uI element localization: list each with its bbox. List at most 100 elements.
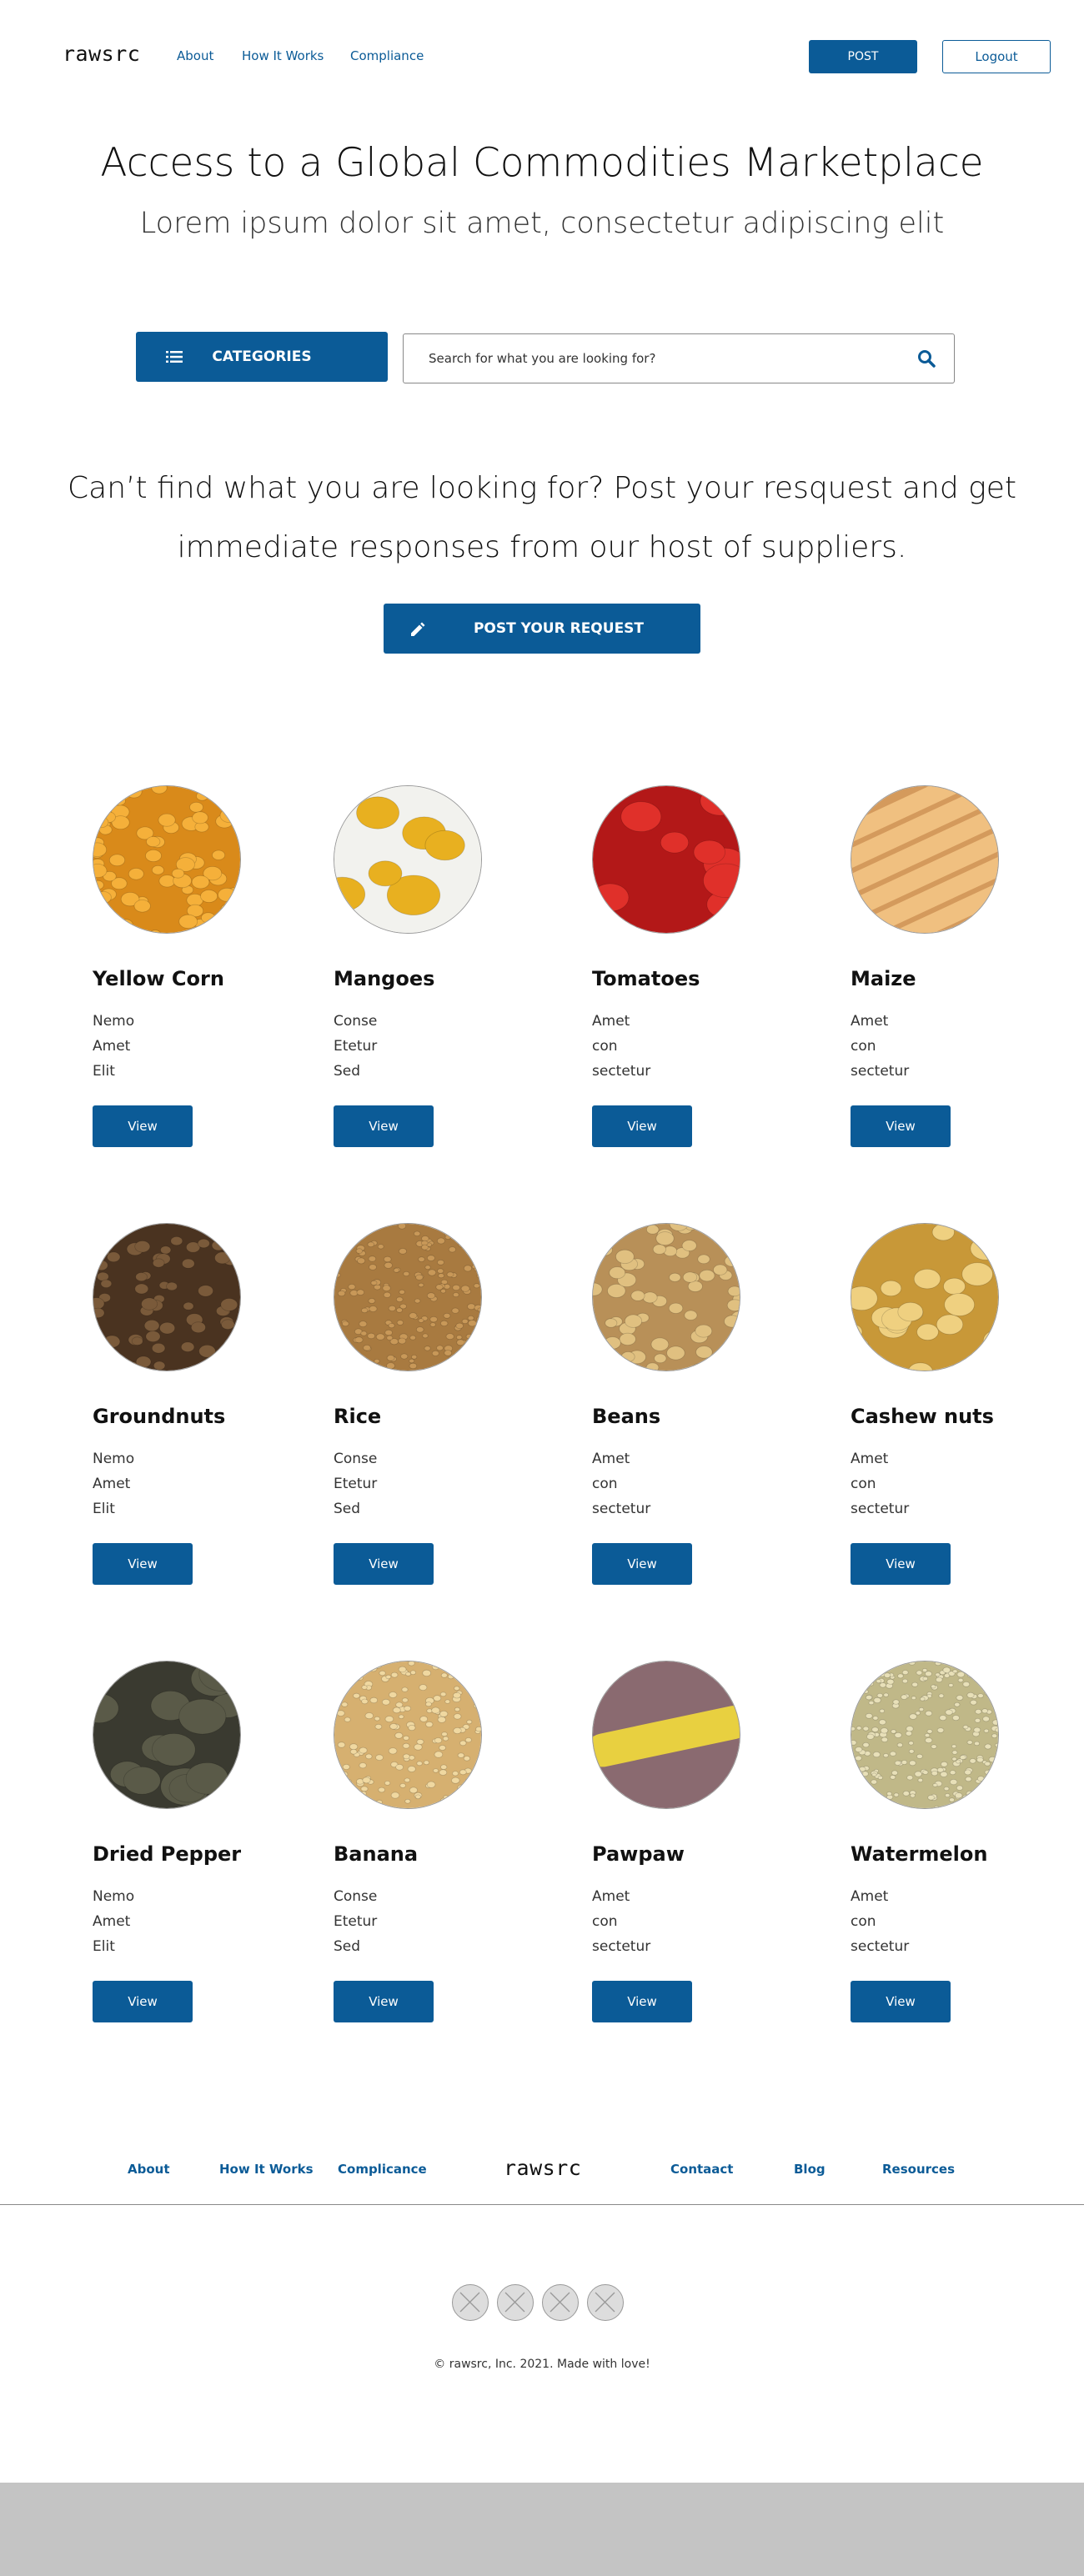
product-description: Conse Etetur Sed	[334, 1446, 377, 1521]
view-button[interactable]: View	[851, 1105, 951, 1147]
footer-logo[interactable]: rawsrc	[504, 2156, 581, 2180]
rice-image	[334, 1223, 482, 1371]
product-description-line: Elit	[93, 1938, 115, 1955]
footer-link-about[interactable]: About	[128, 2162, 170, 2177]
footer-link-compliance[interactable]: Complicance	[338, 2162, 427, 2177]
product-description: Nemo Amet Elit	[93, 1884, 134, 1959]
product-description: Amet con sectetur	[851, 1446, 909, 1521]
product-card: Watermelon Amet con sectetur View	[851, 1661, 1051, 2027]
product-name: Pawpaw	[592, 1842, 685, 1866]
view-button[interactable]: View	[592, 1543, 692, 1585]
search-icon[interactable]	[917, 349, 936, 371]
logout-button[interactable]: Logout	[942, 40, 1051, 73]
social-icon-1[interactable]	[452, 2284, 489, 2321]
footer-link-resources[interactable]: Resources	[882, 2162, 955, 2177]
product-description-line: Amet	[592, 1013, 630, 1030]
product-description-line: Sed	[334, 1063, 361, 1080]
product-description: Amet con sectetur	[851, 1009, 909, 1084]
view-button[interactable]: View	[592, 1981, 692, 2022]
site-logo[interactable]: rawsrc	[63, 42, 140, 66]
product-description: Amet con sectetur	[592, 1446, 650, 1521]
product-description-line: Amet	[851, 1451, 889, 1467]
product-name: Banana	[334, 1842, 419, 1866]
copyright-text: © rawsrc, Inc. 2021. Made with love!	[434, 2358, 650, 2371]
footer-link-blog[interactable]: Blog	[794, 2162, 826, 2177]
list-icon	[166, 350, 183, 367]
product-card: Pawpaw Amet con sectetur View	[592, 1661, 792, 2027]
product-description-line: Elit	[93, 1501, 115, 1517]
groundnuts-image	[93, 1223, 241, 1371]
product-description-line: sectetur	[851, 1501, 910, 1517]
footer-link-how-it-works[interactable]: How It Works	[219, 2162, 314, 2177]
product-name: Watermelon	[851, 1842, 988, 1866]
social-icon-4[interactable]	[587, 2284, 624, 2321]
product-card: Mangoes Conse Etetur Sed View	[334, 785, 534, 1152]
post-button[interactable]: POST	[809, 40, 917, 73]
product-description-line: Sed	[334, 1938, 361, 1955]
view-button[interactable]: View	[592, 1105, 692, 1147]
social-icon-2[interactable]	[497, 2284, 534, 2321]
product-description-line: con	[851, 1038, 876, 1055]
product-description-line: Etetur	[334, 1913, 378, 1930]
post-request-button[interactable]: POST YOUR REQUEST	[384, 604, 700, 654]
product-description-line: Nemo	[93, 1451, 135, 1467]
product-description: Amet con sectetur	[851, 1884, 909, 1959]
nav-link-how-it-works[interactable]: How It Works	[242, 48, 324, 63]
product-card: Rice Conse Etetur Sed View	[334, 1223, 534, 1590]
product-description-line: con	[851, 1913, 876, 1930]
view-button[interactable]: View	[851, 1543, 951, 1585]
product-description-line: Nemo	[93, 1013, 135, 1030]
view-button[interactable]: View	[851, 1981, 951, 2022]
footer-link-contact[interactable]: Contaact	[670, 2162, 733, 2177]
mangoes-image	[334, 785, 482, 934]
nav-link-compliance[interactable]: Compliance	[350, 48, 424, 63]
product-description-line: con	[592, 1913, 618, 1930]
social-icon-3[interactable]	[542, 2284, 579, 2321]
product-description-line: Amet	[592, 1451, 630, 1467]
product-name: Cashew nuts	[851, 1405, 994, 1428]
view-button[interactable]: View	[334, 1543, 434, 1585]
footer-divider	[0, 2204, 1084, 2205]
dried-pepper-image	[93, 1661, 241, 1809]
product-description-line: con	[592, 1476, 618, 1492]
watermelon-image	[851, 1661, 999, 1809]
view-button[interactable]: View	[93, 1105, 193, 1147]
product-description-line: Conse	[334, 1013, 378, 1030]
product-name: Yellow Corn	[93, 967, 224, 990]
view-button[interactable]: View	[334, 1981, 434, 2022]
view-button[interactable]: View	[93, 1981, 193, 2022]
hero-title: Access to a Global Commodities Marketpla…	[100, 140, 984, 186]
product-card: Banana Conse Etetur Sed View	[334, 1661, 534, 2027]
product-description-line: Amet	[592, 1888, 630, 1905]
nav-link-about[interactable]: About	[177, 48, 213, 63]
product-description-line: Conse	[334, 1451, 378, 1467]
view-button[interactable]: View	[93, 1543, 193, 1585]
product-card: Cashew nuts Amet con sectetur View	[851, 1223, 1051, 1590]
product-description-line: sectetur	[592, 1501, 651, 1517]
product-description-line: sectetur	[592, 1938, 651, 1955]
product-description-line: Amet	[93, 1476, 131, 1492]
product-name: Tomatoes	[592, 967, 700, 990]
product-description: Amet con sectetur	[592, 1884, 650, 1959]
product-description: Conse Etetur Sed	[334, 1009, 377, 1084]
product-description-line: sectetur	[851, 1938, 910, 1955]
categories-button[interactable]: CATEGORIES	[136, 332, 388, 382]
pawpaw-image	[592, 1661, 740, 1809]
post-request-label: POST YOUR REQUEST	[473, 620, 645, 637]
product-name: Mangoes	[334, 967, 435, 990]
banana-image	[334, 1661, 482, 1809]
product-description-line: sectetur	[592, 1063, 651, 1080]
product-card: Dried Pepper Nemo Amet Elit View	[93, 1661, 293, 2027]
product-name: Maize	[851, 967, 916, 990]
product-description-line: Amet	[93, 1913, 131, 1930]
search-input[interactable]	[429, 334, 879, 383]
product-description-line: Etetur	[334, 1476, 378, 1492]
product-description: Nemo Amet Elit	[93, 1446, 134, 1521]
product-description: Amet con sectetur	[592, 1009, 650, 1084]
view-button[interactable]: View	[334, 1105, 434, 1147]
product-description-line: Amet	[851, 1013, 889, 1030]
categories-label: CATEGORIES	[212, 348, 312, 365]
product-name: Beans	[592, 1405, 661, 1428]
search-box[interactable]	[403, 333, 955, 383]
beans-image	[592, 1223, 740, 1371]
